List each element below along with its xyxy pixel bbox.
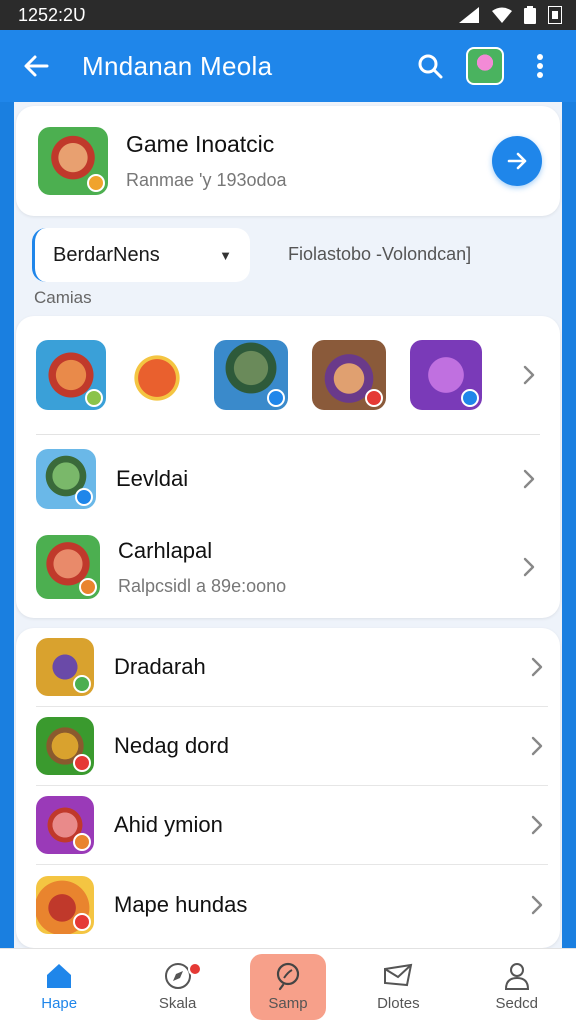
nav-samp[interactable]: Samp <box>249 953 326 1020</box>
list-item-label: Nedag dord <box>114 733 229 758</box>
featured-game-icon <box>38 127 108 195</box>
profile-avatar[interactable] <box>466 47 504 85</box>
nav-dlotes[interactable]: Dlotes <box>352 954 444 1020</box>
list-item-badge-icon <box>75 488 93 506</box>
list-item-badge-icon <box>73 833 91 851</box>
strip-game-icon-1[interactable] <box>36 340 106 410</box>
chevron-right-icon[interactable] <box>518 364 540 386</box>
strip-game-icon-5[interactable] <box>410 340 482 410</box>
search-button[interactable] <box>410 46 450 86</box>
bottom-nav: Hape Skala Samp Dlotes Sedcd <box>0 948 576 1024</box>
divider <box>36 434 540 435</box>
list-item-icon <box>36 535 100 599</box>
person-icon <box>504 963 529 990</box>
chevron-right-icon <box>531 895 543 914</box>
back-arrow-icon <box>24 55 49 77</box>
nav-label: Sedcd <box>495 995 539 1012</box>
app-bar: Mndanan Meola <box>0 30 576 102</box>
list-item-badge-icon <box>73 675 91 693</box>
back-button[interactable] <box>16 46 56 86</box>
sim-icon <box>548 6 562 24</box>
list-item[interactable]: Carhlapal Ralpcsidl a 89e:oono <box>16 519 560 615</box>
strip-badge-icon-3 <box>267 389 285 407</box>
category-dropdown[interactable]: BerdarNens ▼ <box>32 228 250 282</box>
list-item-badge-icon <box>79 578 97 596</box>
list-item[interactable]: Dradarah <box>36 628 548 707</box>
list-item[interactable]: Nedag dord <box>36 707 548 786</box>
chevron-right-icon <box>531 815 543 835</box>
signal-icon <box>459 7 479 23</box>
chevron-right-icon <box>523 557 535 577</box>
strip-game-icon-3[interactable] <box>214 340 288 410</box>
list-item-sublabel: Ralpcsidl a 89e:oono <box>118 575 287 596</box>
battery-icon <box>524 6 536 24</box>
arrow-right-icon <box>507 152 527 170</box>
nav-sedcd[interactable]: Sedcd <box>471 954 563 1020</box>
app-title: Mndanan Meola <box>82 50 273 81</box>
right-edge <box>562 102 576 948</box>
featured-go-button[interactable] <box>492 136 542 186</box>
home-icon <box>47 964 72 988</box>
list-item-text: Carhlapal Ralpcsidl a 89e:oono <box>118 538 518 597</box>
strip-game-icon-4[interactable] <box>312 340 386 410</box>
nav-label: Samp <box>268 995 308 1012</box>
featured-info: Game Inoatcic Ranmae 'y 193odoa <box>126 131 492 191</box>
message-icon <box>384 963 413 987</box>
wifi-icon <box>492 7 512 23</box>
main-content: Game Inoatcic Ranmae 'y 193odoa BerdarNe… <box>14 102 562 948</box>
dropdown-value: BerdarNens <box>53 243 160 266</box>
more-options-button[interactable] <box>520 46 560 86</box>
chevron-right-icon <box>531 657 543 677</box>
notification-badge <box>187 961 202 976</box>
status-icons <box>458 6 562 24</box>
strip-badge-icon-5 <box>461 389 479 407</box>
strip-badge-icon-4 <box>365 389 383 407</box>
featured-name: Game Inoatcic <box>126 131 275 157</box>
games-group: Eevldai Carhlapal Ralpcsidl a 89e:oono <box>16 316 560 618</box>
featured-badge-icon <box>87 174 105 192</box>
more-vert-icon <box>537 54 543 78</box>
list-item-badge-icon <box>73 912 91 931</box>
list-item-icon <box>36 717 94 775</box>
filter-row: BerdarNens ▼ Fiolastobo -Volondcan] <box>16 228 560 282</box>
list-item-label: Mape hundas <box>114 891 248 917</box>
nav-label: Hape <box>41 995 78 1012</box>
nav-label: Dlotes <box>377 995 420 1012</box>
left-edge <box>0 102 14 948</box>
list-item-icon <box>36 796 94 854</box>
section-title: Camias <box>34 288 92 307</box>
list-item-badge-icon <box>73 754 91 772</box>
filter-label[interactable]: Fiolastobo -Volondcan] <box>288 244 471 265</box>
chevron-right-icon <box>523 469 535 489</box>
strip-game-icon-2[interactable] <box>130 345 190 405</box>
status-bar: 1252:2Ʋ <box>0 0 576 30</box>
list-item-icon <box>36 449 96 509</box>
list-item[interactable]: Eevldai <box>16 439 560 519</box>
status-time: 1252:2Ʋ <box>18 4 87 25</box>
list-item[interactable]: Mape hundas <box>36 865 548 944</box>
list-item[interactable]: Ahid ymion <box>36 786 548 865</box>
nav-skala[interactable]: Skala <box>132 954 224 1020</box>
chevron-right-icon <box>531 736 543 756</box>
nav-label: Skala <box>158 995 197 1012</box>
list-item-label: Carhlapal <box>118 537 213 563</box>
nav-home[interactable]: Hape <box>13 954 105 1020</box>
list-item-label: Ahid ymion <box>114 812 223 837</box>
search-icon <box>276 962 300 991</box>
search-icon <box>418 54 443 79</box>
caret-down-icon: ▼ <box>219 247 232 263</box>
list-item-label: Eevldai <box>116 466 189 491</box>
featured-game-card[interactable]: Game Inoatcic Ranmae 'y 193odoa <box>16 106 560 216</box>
game-icon-strip <box>16 316 560 412</box>
games-list-group: Dradarah Nedag dord Ahid ymion Mape hund… <box>16 628 560 948</box>
list-item-label: Dradarah <box>114 654 206 679</box>
list-item-icon <box>36 875 94 934</box>
list-item-icon <box>36 638 94 696</box>
strip-badge-icon-1 <box>85 389 103 407</box>
featured-subtitle: Ranmae 'y 193odoa <box>126 170 287 190</box>
